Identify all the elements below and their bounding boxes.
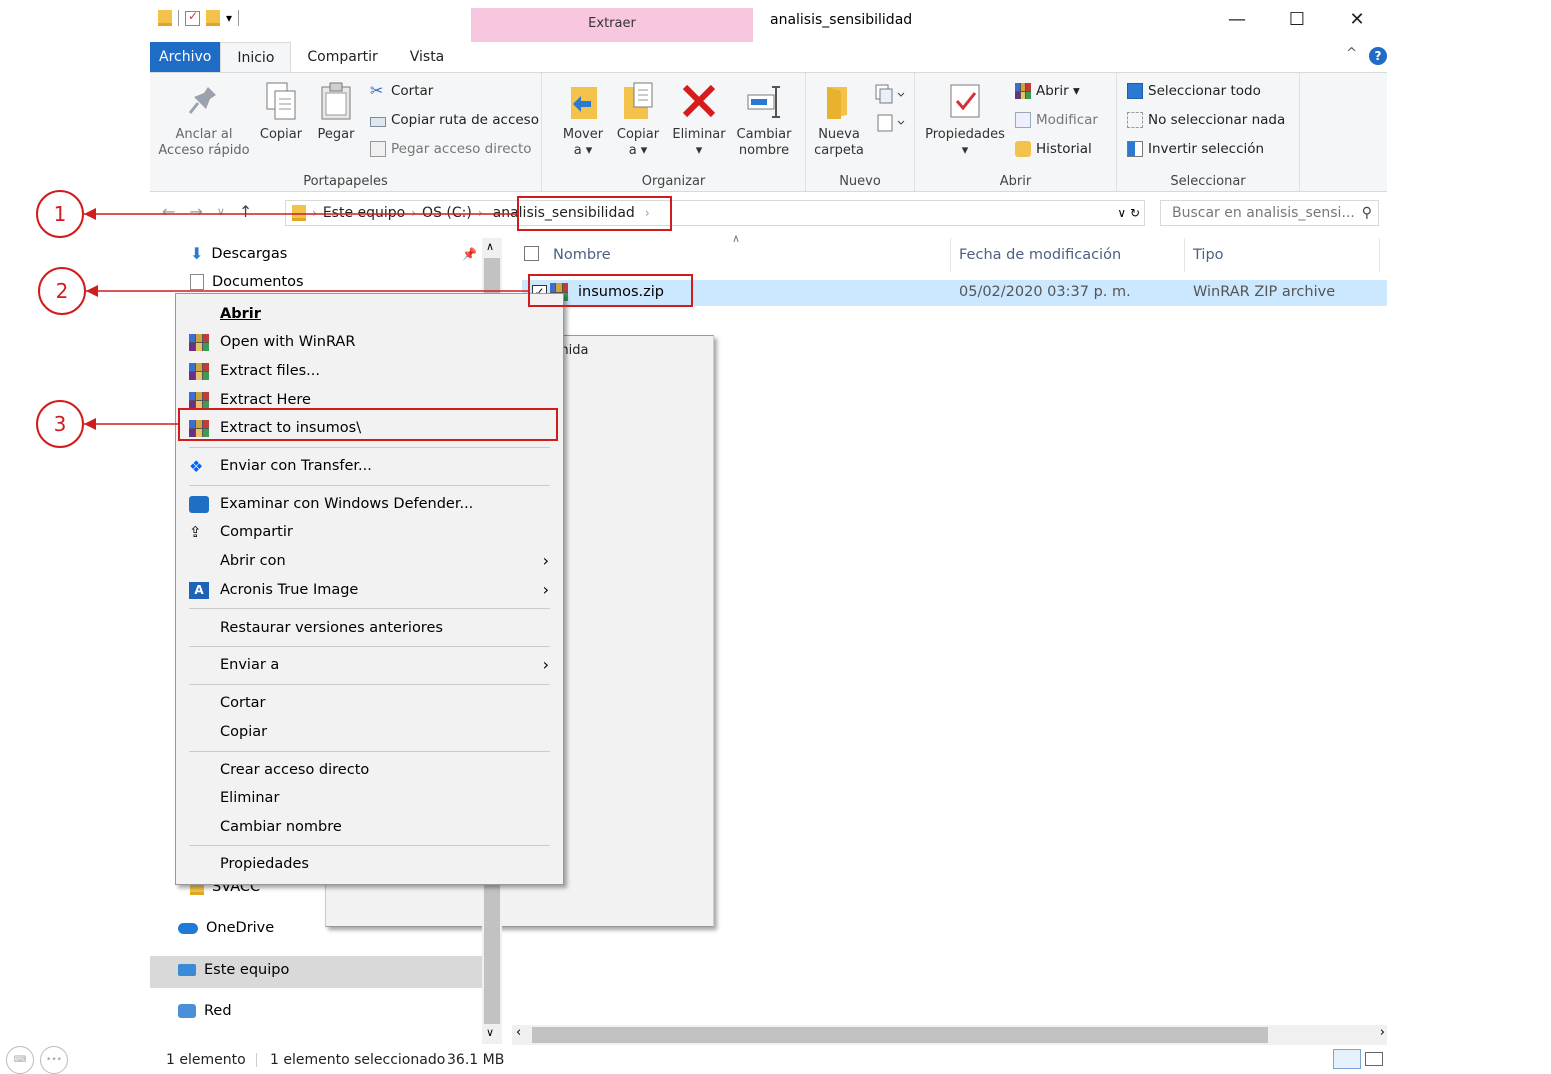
- annotation-step-1: 1: [36, 190, 84, 238]
- more-options-icon: •••: [40, 1046, 68, 1074]
- annotation-arrows: [84, 208, 528, 430]
- annotation-step-2: 2: [38, 267, 86, 315]
- annotation-step-3: 3: [36, 400, 84, 448]
- corner-icons: ⌨ •••: [6, 1046, 68, 1074]
- keyboard-icon: ⌨: [6, 1046, 34, 1074]
